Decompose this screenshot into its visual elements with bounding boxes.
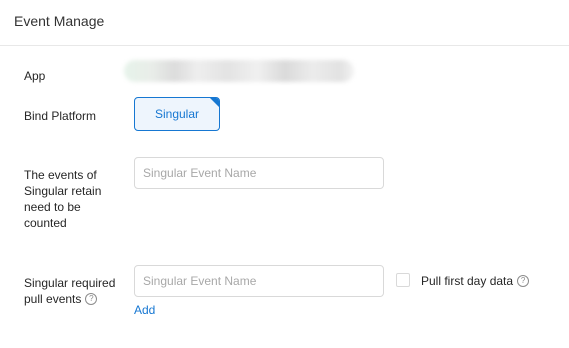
app-value-redacted [124,60,354,82]
selected-corner-icon [210,98,219,107]
help-icon[interactable]: ? [85,293,98,305]
app-label: App [24,69,46,83]
pull-first-day-label: Pull first day data ? [421,273,530,289]
retain-events-label-line: counted [24,216,67,230]
platform-option-singular[interactable]: Singular [134,97,220,131]
add-event-link[interactable]: Add [134,303,155,317]
pull-first-day-checkbox[interactable] [396,273,410,287]
retain-events-label-line: The events of [24,168,97,182]
page-header: Event Manage [0,0,569,46]
pull-first-day-text: Pull first day data [421,274,514,288]
pull-events-label: Singular required pull events ? [24,275,115,307]
help-icon[interactable]: ? [517,275,530,287]
retain-events-label: The events of Singular retain need to be… [24,167,101,231]
pull-events-label-text: pull events [24,292,82,306]
pull-events-input[interactable] [134,265,384,297]
retain-events-input[interactable] [134,157,384,189]
platform-option-label: Singular [154,107,200,121]
pull-events-label-line: pull events ? [24,291,115,307]
bind-platform-label: Bind Platform [24,109,97,123]
pull-events-label-line: Singular required [24,276,116,290]
retain-events-label-line: need to be [24,200,81,214]
retain-events-label-line: Singular retain [24,184,102,198]
page-title: Event Manage [14,13,105,29]
